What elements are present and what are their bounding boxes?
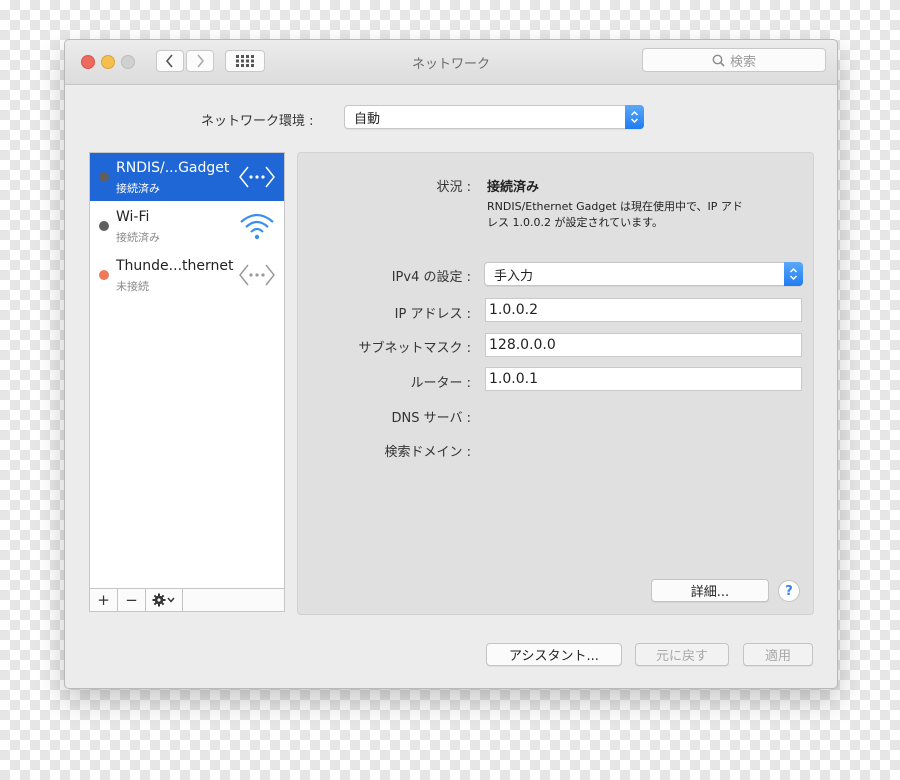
status-dot: [99, 172, 109, 182]
service-status: 未接続: [116, 280, 149, 293]
add-service-button[interactable]: +: [90, 589, 118, 611]
wifi-icon: [238, 210, 276, 246]
ipv4-config-label: IPv4 の設定 :: [391, 270, 471, 285]
service-list-toolbar: + −: [89, 589, 285, 612]
location-stepper-icon: [625, 105, 644, 129]
service-name: RNDIS/...Gadget: [116, 160, 230, 176]
ipv4-config-select[interactable]: 手入力: [484, 262, 803, 286]
location-label: ネットワーク環境 :: [201, 114, 314, 129]
detail-pane: 状況 : 接続済み RNDIS/Ethernet Gadget は現在使用中で、…: [297, 152, 814, 615]
service-name: Wi-Fi: [116, 209, 150, 225]
ipv4-stepper-icon: [784, 262, 803, 286]
location-select[interactable]: 自動: [344, 105, 644, 129]
service-status: 接続済み: [116, 231, 160, 244]
search-field[interactable]: 検索: [642, 48, 826, 72]
service-status: 接続済み: [116, 182, 160, 195]
revert-button[interactable]: 元に戻す: [635, 643, 729, 666]
ip-address-label: IP アドレス :: [394, 307, 471, 322]
search-domain-label: 検索ドメイン :: [384, 445, 471, 460]
service-list: RNDIS/...Gadget 接続済み Wi-Fi 接続済み Thunde..…: [89, 152, 285, 589]
advanced-button[interactable]: 詳細...: [651, 579, 769, 602]
remove-service-button[interactable]: −: [118, 589, 146, 611]
status-description: RNDIS/Ethernet Gadget は現在使用中で、IP アド レス 1…: [487, 199, 743, 231]
ip-address-field[interactable]: 1.0.0.2: [485, 298, 802, 322]
dns-server-label: DNS サーバ :: [391, 411, 471, 426]
ethernet-icon: [238, 259, 276, 295]
subnet-mask-label: サブネットマスク :: [358, 341, 471, 356]
router-label: ルーター :: [410, 376, 471, 391]
router-field[interactable]: 1.0.0.1: [485, 367, 802, 391]
status-description-line-2: レス 1.0.0.2 が設定されています。: [487, 216, 664, 229]
service-item-rndis[interactable]: RNDIS/...Gadget 接続済み: [90, 153, 284, 201]
search-icon: [712, 54, 725, 67]
help-button[interactable]: ?: [778, 580, 800, 602]
service-actions-button[interactable]: [146, 589, 183, 611]
subnet-mask-field[interactable]: 128.0.0.0: [485, 333, 802, 357]
service-item-thunderbolt[interactable]: Thunde...thernet 未接続: [90, 251, 284, 299]
service-name: Thunde...thernet: [116, 258, 234, 274]
status-label: 状況 :: [436, 180, 471, 195]
service-item-wifi[interactable]: Wi-Fi 接続済み: [90, 202, 284, 250]
status-dot: [99, 221, 109, 231]
search-placeholder: 検索: [729, 54, 756, 70]
status-description-line-1: RNDIS/Ethernet Gadget は現在使用中で、IP アド: [487, 200, 743, 213]
location-value: 自動: [354, 111, 381, 127]
title-bar: ネットワーク 検索: [65, 40, 837, 85]
gear-icon: [152, 593, 175, 607]
ipv4-config-value: 手入力: [494, 268, 534, 284]
network-preferences-window: ネットワーク 検索 ネットワーク環境 : 自動 RNDIS/...Gadget …: [64, 39, 838, 689]
ethernet-icon: [238, 161, 276, 197]
assistant-button[interactable]: アシスタント...: [486, 643, 622, 666]
status-value: 接続済み: [487, 180, 540, 195]
apply-button[interactable]: 適用: [743, 643, 813, 666]
status-dot: [99, 270, 109, 280]
